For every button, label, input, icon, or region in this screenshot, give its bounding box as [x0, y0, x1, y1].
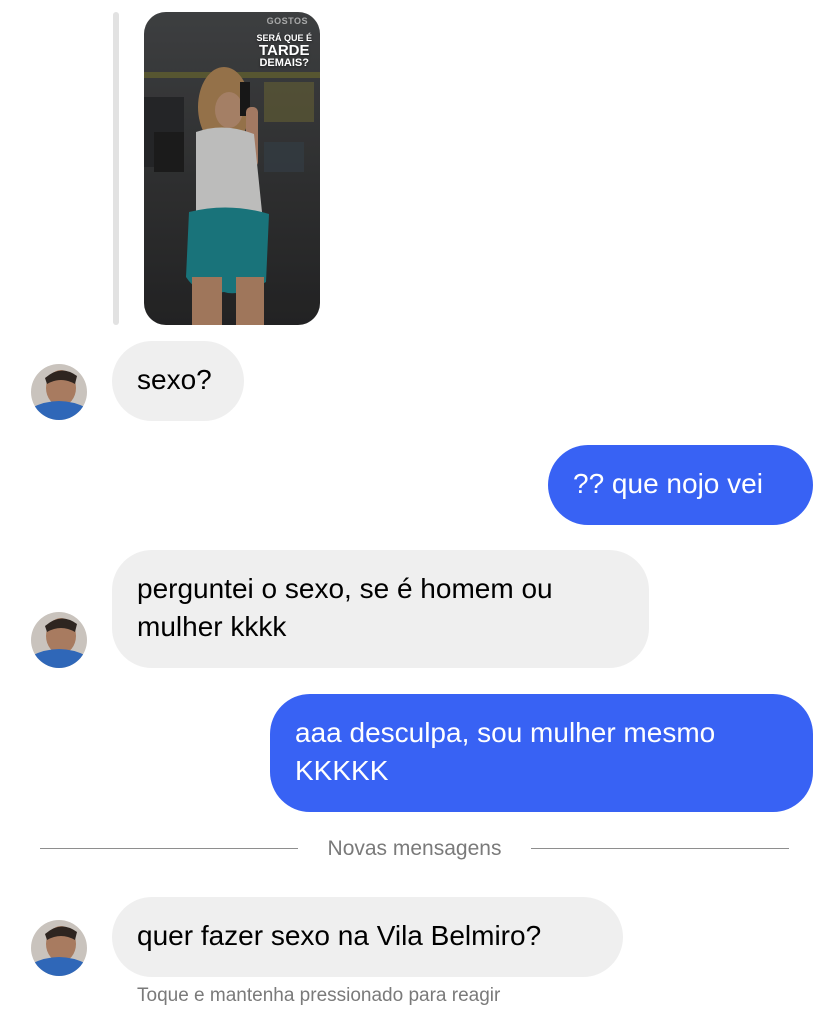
story-brand-text: GOSTOS [266, 16, 308, 26]
sender-avatar[interactable] [31, 364, 87, 420]
message-bubble-incoming[interactable]: sexo? [112, 341, 244, 421]
sender-avatar[interactable] [31, 920, 87, 976]
message-bubble-incoming[interactable]: quer fazer sexo na Vila Belmiro? [112, 897, 623, 977]
message-bubble-incoming[interactable]: perguntei o sexo, se é homem ou mulher k… [112, 550, 649, 668]
message-bubble-outgoing[interactable]: ?? que nojo vei [548, 445, 813, 525]
story-caption-line-3: DEMAIS? [259, 57, 309, 69]
reply-indicator-bar [113, 12, 119, 325]
story-caption: SERÁ QUE É TARDE DEMAIS? [256, 34, 312, 69]
divider-label: Novas mensagens [327, 837, 502, 860]
story-reply-thumbnail[interactable]: GOSTOS SERÁ QUE É TARDE DEMAIS? [144, 12, 320, 325]
avatar-photo [31, 612, 87, 668]
avatar-photo [31, 920, 87, 976]
avatar-photo [31, 364, 87, 420]
story-caption-line-2: TARDE [258, 42, 310, 59]
message-bubble-outgoing[interactable]: aaa desculpa, sou mulher mesmo KKKKK [270, 694, 813, 812]
sender-avatar[interactable] [31, 612, 87, 668]
reaction-hint: Toque e mantenha pressionado para reagir [137, 985, 501, 1006]
new-messages-divider: Novas mensagens [40, 837, 789, 861]
